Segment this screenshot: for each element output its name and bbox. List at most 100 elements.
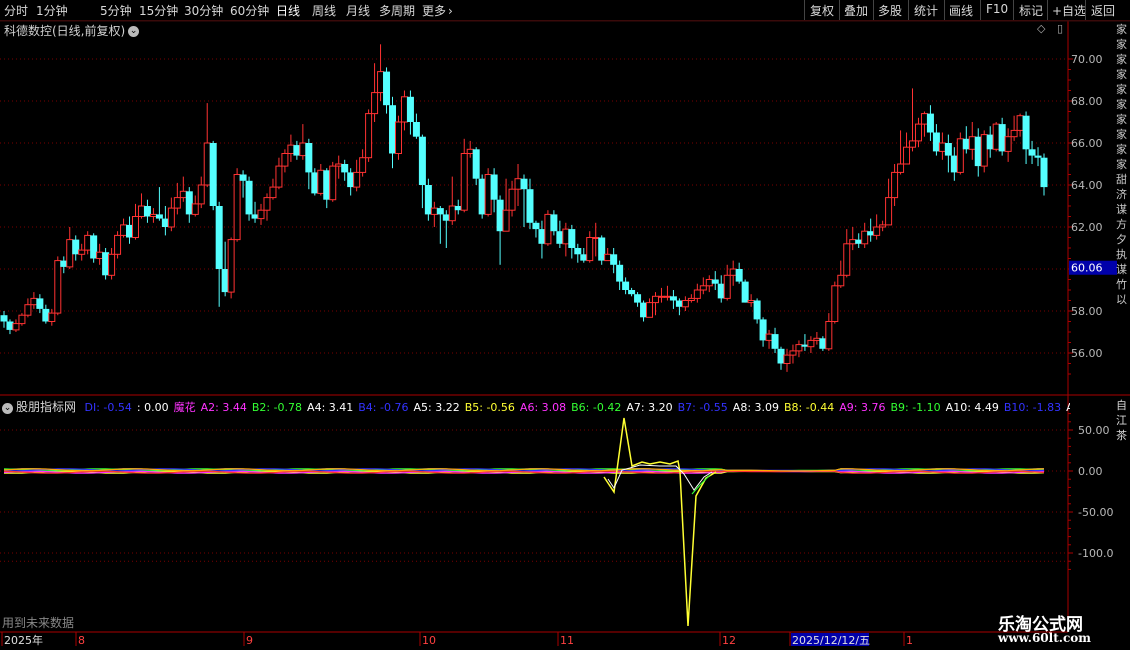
indicator-axis-label: -100.0 xyxy=(1078,547,1113,560)
candle-body-up xyxy=(365,113,373,159)
indicator-name[interactable]: 股朋指标网 xyxy=(16,400,76,414)
candle-body-up xyxy=(269,186,277,199)
stock-title-text: 科德数控(日线,前复权) xyxy=(4,24,126,38)
candle-body-down xyxy=(209,143,217,206)
candle-body-up xyxy=(891,171,899,199)
candle-body-up xyxy=(837,274,845,287)
candle-body-up xyxy=(96,251,104,259)
f10-button[interactable]: F10 xyxy=(986,2,1008,16)
candle-body-down xyxy=(741,281,749,303)
tab-monthly[interactable]: 月线 xyxy=(346,2,370,19)
indicator-series xyxy=(3,417,1045,627)
candle-body-up xyxy=(903,146,911,165)
candle-body-down xyxy=(944,143,952,156)
tab-weekly[interactable]: 周线 xyxy=(312,2,336,19)
candle-body-down xyxy=(669,296,677,301)
statistics-button[interactable]: 统计 xyxy=(914,2,938,19)
mark-button[interactable]: 标记 xyxy=(1019,2,1043,19)
candle-body-up xyxy=(18,314,26,325)
candle-body-down xyxy=(239,174,247,181)
toolbar-divider xyxy=(1047,0,1048,20)
indicator-value-10: B6: -0.42 xyxy=(571,401,622,414)
tab-15min[interactable]: 15分钟 xyxy=(139,2,178,19)
candle-body-down xyxy=(245,180,253,215)
tab-1min[interactable]: 1分钟 xyxy=(36,2,68,19)
indicator-value-8: B5: -0.56 xyxy=(464,401,515,414)
candle-body-up xyxy=(227,239,235,293)
candle-body-up xyxy=(651,295,659,304)
candle-body-up xyxy=(30,297,38,306)
period-toolbar: 分时 1分钟 5分钟 15分钟 30分钟 60分钟 日线 周线 月线 多周期 更… xyxy=(0,0,1130,21)
candle-body-down xyxy=(526,189,534,223)
candle-body-down xyxy=(293,145,301,156)
candle-body-up xyxy=(813,337,821,341)
chevron-down-icon[interactable]: ⌄ xyxy=(2,402,13,414)
candle-body-up xyxy=(54,260,62,314)
candle-body-down xyxy=(496,199,504,232)
candlestick-series xyxy=(0,44,1048,372)
back-button[interactable]: 返回 xyxy=(1091,2,1115,19)
indicator-value-14: B8: -0.44 xyxy=(784,401,835,414)
indicator-value-9: A6: 3.08 xyxy=(519,401,567,414)
overlay-button[interactable]: 叠加 xyxy=(844,2,868,19)
watermark-url: www.60lt.com xyxy=(998,631,1091,645)
candle-body-up xyxy=(723,274,731,299)
indicator-legend: ⌄ 股朋指标网 DI: -0.54: 0.00 魔花 A2: 3.44 B2: -0.7… xyxy=(0,398,1070,414)
toolbar-divider xyxy=(980,0,981,20)
side-tab-label: 家家家家家家家家家家甜济谋方夕执谋竹以 xyxy=(1116,23,1127,306)
candle-body-down xyxy=(0,315,8,322)
candle-body-up xyxy=(897,163,905,173)
stock-title[interactable]: 科德数控(日线,前复权) ⌄ xyxy=(4,22,140,39)
diamond-icon[interactable]: ◇ xyxy=(1037,22,1045,35)
draw-line-button[interactable]: 画线 xyxy=(949,2,973,19)
candle-body-down xyxy=(801,344,809,347)
tab-more[interactable]: 更多 › xyxy=(422,2,453,19)
candle-body-up xyxy=(604,253,612,262)
kline-chart[interactable]: 70.0068.0066.0064.0062.0060.0058.0056.00… xyxy=(0,20,1130,650)
indicator-value-1: : 0.00 xyxy=(136,401,169,414)
tab-5min[interactable]: 5分钟 xyxy=(100,2,132,19)
candle-body-up xyxy=(12,323,20,331)
candle-body-down xyxy=(102,252,110,276)
restore-rights-button[interactable]: 复权 xyxy=(810,2,834,19)
candle-body-down xyxy=(717,283,725,299)
candle-body-up xyxy=(179,190,187,199)
candle-body-up xyxy=(317,169,325,194)
indicator-value-11: A7: 3.20 xyxy=(626,401,673,414)
toolbar-divider xyxy=(908,0,909,20)
candle-body-up xyxy=(371,92,379,115)
candle-body-up xyxy=(831,285,839,322)
chevron-down-icon[interactable]: ⌄ xyxy=(128,26,140,37)
window-icon[interactable]: ▯ xyxy=(1057,22,1063,35)
candle-body-up xyxy=(448,205,456,222)
candle-body-up xyxy=(173,197,181,209)
indicator-value-2: 魔花 xyxy=(173,401,196,414)
multi-stock-button[interactable]: 多股 xyxy=(878,2,902,19)
candle-body-down xyxy=(634,294,642,303)
candle-body-up xyxy=(24,304,32,316)
side-panel-tabs[interactable]: 家家家家家家家家家家甜济谋方夕执谋竹以 xyxy=(1116,22,1130,392)
candle-body-up xyxy=(843,243,851,276)
candle-body-down xyxy=(412,122,420,137)
tab-60min[interactable]: 60分钟 xyxy=(230,2,269,19)
side-panel-tabs-lower[interactable]: 自江茶 xyxy=(1116,398,1130,468)
tab-30min[interactable]: 30分钟 xyxy=(184,2,223,19)
candle-body-down xyxy=(155,214,163,219)
candle-body-down xyxy=(323,170,331,200)
candle-body-down xyxy=(161,218,169,227)
tab-multi-period[interactable]: 多周期 xyxy=(379,2,415,19)
candle-body-down xyxy=(926,113,934,133)
price-axis-label: 70.00 xyxy=(1071,53,1103,66)
candle-body-up xyxy=(861,230,869,245)
add-watchlist-button[interactable]: +自选 xyxy=(1052,2,1086,19)
candle-body-down xyxy=(932,132,940,152)
candle-body-down xyxy=(424,185,432,215)
tab-fenshi[interactable]: 分时 xyxy=(4,2,28,19)
tab-daily[interactable]: 日线 xyxy=(276,2,300,19)
candle-body-up xyxy=(263,197,271,211)
candle-body-up xyxy=(191,203,199,215)
indicator-value-18: B10: -1.83 xyxy=(1003,401,1062,414)
candle-body-up xyxy=(705,279,713,287)
candle-body-down xyxy=(472,149,480,179)
candle-body-up xyxy=(885,197,893,226)
